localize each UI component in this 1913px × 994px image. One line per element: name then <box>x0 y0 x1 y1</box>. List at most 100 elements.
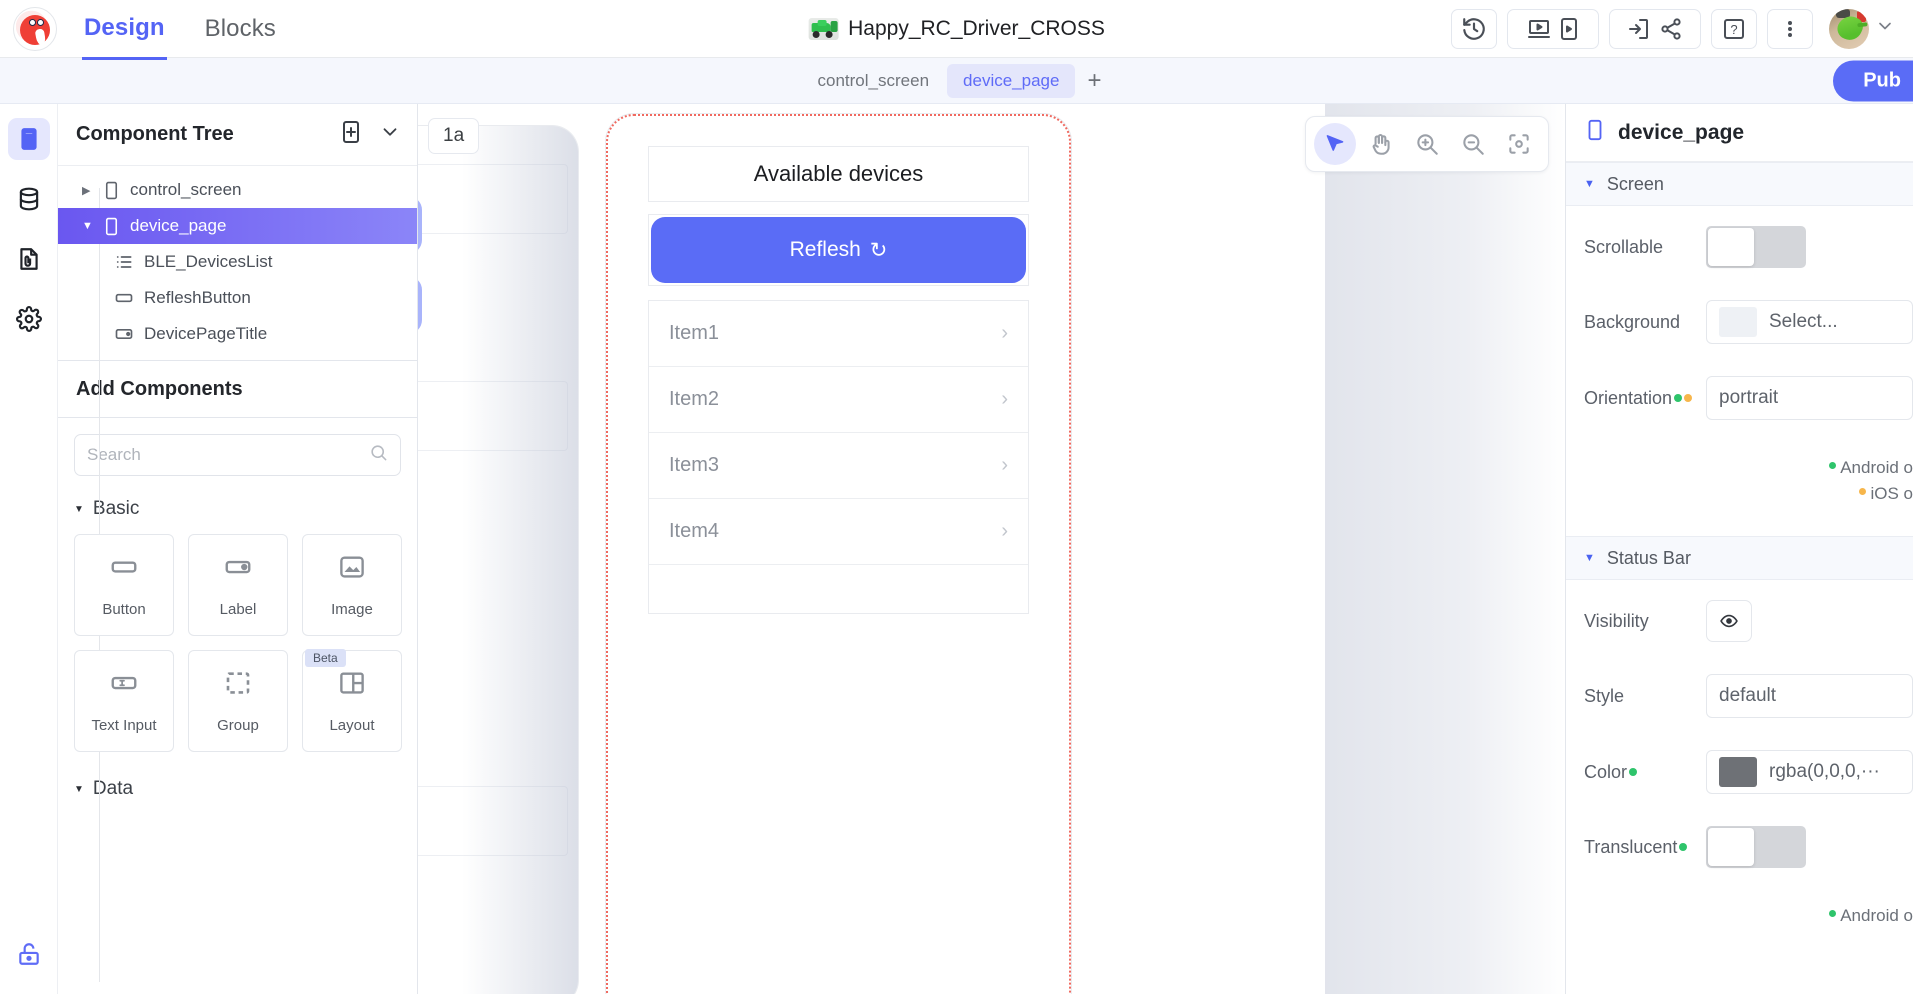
chevron-down-icon[interactable] <box>379 121 401 148</box>
section-status-bar[interactable]: ▼ Status Bar <box>1566 536 1913 580</box>
list-item[interactable]: Item1 › <box>649 301 1028 367</box>
tab-blocks[interactable]: Blocks <box>203 0 278 58</box>
publish-button[interactable]: Pub <box>1833 60 1913 101</box>
tree-node-devicepagetitle[interactable]: DevicePageTitle <box>58 316 417 352</box>
category-data-header[interactable]: ▼ Data <box>74 778 401 800</box>
status-bar-style-select[interactable]: default <box>1706 674 1913 718</box>
help-icon[interactable]: ? <box>1711 8 1757 49</box>
left-rail <box>0 104 58 994</box>
tree-node-label: DevicePageTitle <box>144 324 268 343</box>
color-value: rgba(0,0,0,··· <box>1769 761 1880 782</box>
category-basic-header[interactable]: ▼ Basic <box>74 498 401 520</box>
android-dot <box>1629 768 1638 776</box>
add-screen-icon[interactable] <box>339 120 363 149</box>
sidebar-item-settings[interactable] <box>8 298 50 340</box>
section-name: Status Bar <box>1606 547 1691 568</box>
svg-text:?: ? <box>1730 22 1737 37</box>
preview-desktop-icon[interactable] <box>1527 17 1551 41</box>
tab-control-screen[interactable]: control_screen <box>802 64 946 98</box>
preview-mobile-icon[interactable] <box>1559 17 1579 41</box>
component-tree-header: Component Tree <box>58 104 417 166</box>
tree-node-control-screen[interactable]: ▶ control_screen <box>58 172 417 208</box>
sidebar-item-assets[interactable] <box>8 238 50 280</box>
tab-device-page[interactable]: device_page <box>947 63 1076 98</box>
fit-screen-icon[interactable] <box>1498 123 1540 165</box>
note-android: Android o <box>1566 458 1913 478</box>
add-screen-tab-button[interactable]: + <box>1077 68 1111 93</box>
preview-reflesh-label: Reflesh <box>789 238 861 261</box>
component-card-group[interactable]: Group <box>188 650 288 752</box>
history-icon[interactable] <box>1451 8 1497 49</box>
component-card-image[interactable]: Image <box>302 534 402 636</box>
property-label-text: Translucent <box>1584 836 1678 857</box>
phone-preview-device-page[interactable]: Available devices Reflesh ↻ Item1 › Item… <box>606 114 1071 994</box>
property-row-scrollable: Scrollable <box>1566 226 1913 268</box>
ios-dot <box>1859 488 1867 495</box>
export-icon[interactable] <box>1627 17 1651 41</box>
zoom-in-icon[interactable] <box>1406 123 1448 165</box>
note-ios: iOS o <box>1566 484 1913 504</box>
sidebar-item-screens[interactable] <box>7 118 50 160</box>
background-color-field[interactable]: Select... <box>1706 300 1913 344</box>
properties-header: device_page <box>1566 104 1913 162</box>
sidebar-item-database[interactable] <box>8 178 50 220</box>
preview-page-title[interactable]: Available devices <box>648 146 1029 202</box>
hand-icon[interactable] <box>1360 123 1402 165</box>
app-root: Design Blocks Happy_RC_Driver_CROSS ? co… <box>0 0 1913 994</box>
phone-preview-background[interactable]: → → → <box>418 126 578 994</box>
component-card-layout[interactable]: Beta Layout <box>302 649 402 752</box>
translucent-toggle[interactable] <box>1706 826 1806 868</box>
more-menu-icon[interactable] <box>1767 8 1813 49</box>
component-tree-panel: Component Tree ▶ control_screen ▼ device… <box>58 104 418 994</box>
status-bar-color-field[interactable]: rgba(0,0,0,··· <box>1706 750 1913 794</box>
scrollable-toggle[interactable] <box>1706 226 1806 268</box>
color-swatch <box>1719 757 1757 787</box>
page-title: Component Tree <box>76 123 234 145</box>
tree-node-refleshbutton[interactable]: RefleshButton <box>58 280 417 316</box>
property-label: Style <box>1584 685 1625 706</box>
triangle-down-icon: ▼ <box>1584 178 1595 190</box>
component-card-label[interactable]: Label <box>188 534 288 636</box>
project-title-text: Happy_RC_Driver_CROSS <box>848 16 1105 40</box>
property-row-orientation: Orientation portrait <box>1566 376 1913 420</box>
chevron-right-icon[interactable]: ▶ <box>82 184 102 197</box>
component-card-text-input[interactable]: Text Input <box>74 650 174 752</box>
search-box[interactable] <box>74 434 401 476</box>
tree-node-label: device_page <box>130 216 227 235</box>
button-icon <box>114 288 144 308</box>
tree-node-ble-deviceslist[interactable]: BLE_DevicesList <box>58 244 417 280</box>
share-icon[interactable] <box>1659 17 1683 41</box>
chevron-down-icon[interactable] <box>1875 16 1895 41</box>
design-canvas[interactable]: → → → Available devices Reflesh ↻ <box>418 104 1565 994</box>
app-logo-icon[interactable] <box>13 6 57 51</box>
section-screen[interactable]: ▼ Screen <box>1566 162 1913 206</box>
tab-design[interactable]: Design <box>82 0 167 60</box>
list-item[interactable]: Item3 › <box>649 433 1028 499</box>
property-label: Background <box>1584 311 1681 332</box>
property-label: Color <box>1584 762 1706 783</box>
note-text: iOS o <box>1870 484 1913 503</box>
search-input[interactable] <box>87 445 369 465</box>
search-icon[interactable] <box>369 443 388 467</box>
eye-icon[interactable] <box>1706 600 1752 642</box>
orientation-value: portrait <box>1719 387 1779 408</box>
preview-reflesh-button[interactable]: Reflesh ↻ <box>651 217 1026 283</box>
refresh-icon: ↻ <box>869 238 888 262</box>
property-label: Orientation <box>1584 388 1706 409</box>
zoom-out-icon[interactable] <box>1452 123 1494 165</box>
preview-devices-list[interactable]: Item1 › Item2 › Item3 › Item4 › <box>648 300 1029 614</box>
component-card-button[interactable]: Button <box>74 534 174 636</box>
tree-node-label: BLE_DevicesList <box>144 252 273 271</box>
cursor-icon[interactable] <box>1314 123 1356 165</box>
orientation-select[interactable]: portrait <box>1706 376 1913 420</box>
list-item[interactable]: Item2 › <box>649 367 1028 433</box>
property-label: Translucent <box>1584 837 1706 858</box>
unlock-icon[interactable] <box>16 941 42 972</box>
body: Component Tree ▶ control_screen ▼ device… <box>0 104 1913 994</box>
avatar[interactable] <box>1829 8 1895 49</box>
tree-node-device-page[interactable]: ▼ device_page <box>58 208 417 244</box>
chevron-down-icon[interactable]: ▼ <box>82 220 102 232</box>
label-icon <box>223 552 253 587</box>
list-item[interactable]: Item4 › <box>649 499 1028 565</box>
preview-refresh-wrapper: Reflesh ↻ <box>648 214 1029 286</box>
